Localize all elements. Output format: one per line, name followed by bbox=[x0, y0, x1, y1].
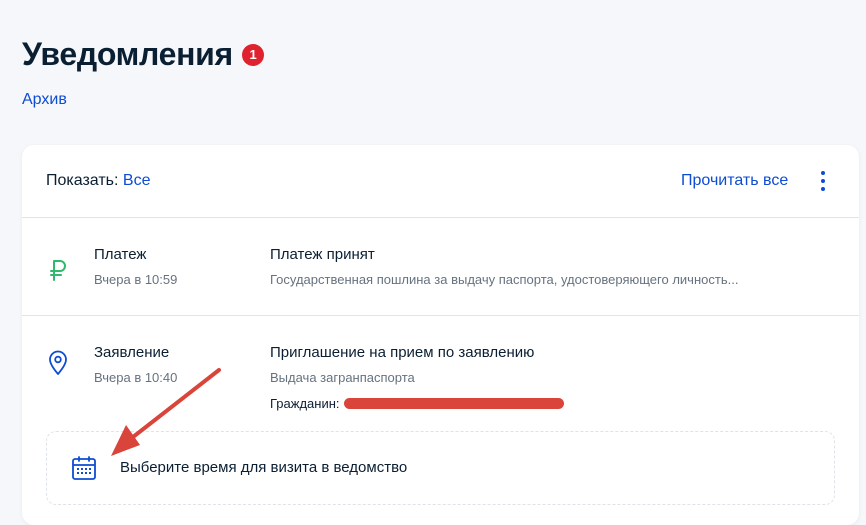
notification-time: Вчера в 10:59 bbox=[94, 272, 178, 287]
page-title-text: Уведомления bbox=[22, 36, 233, 72]
page-title: Уведомления 1 bbox=[22, 36, 264, 73]
notification-description: Государственная пошлина за выдачу паспор… bbox=[270, 272, 739, 287]
notification-description: Выдача загранпаспорта bbox=[270, 370, 415, 385]
notification-category: Платеж bbox=[94, 246, 147, 263]
notification-title: Приглашение на прием по заявлению bbox=[270, 344, 535, 361]
notification-title: Платеж принят bbox=[270, 246, 375, 263]
citizen-field: Гражданин: bbox=[270, 396, 564, 411]
redacted-name bbox=[343, 398, 564, 409]
unread-count-badge: 1 bbox=[241, 43, 264, 66]
notification-category: Заявление bbox=[94, 344, 170, 361]
notification-time: Вчера в 10:40 bbox=[94, 370, 178, 385]
location-pin-icon bbox=[48, 350, 68, 381]
notifications-card: Показать: Все Прочитать все Платеж Вчера… bbox=[22, 145, 859, 525]
choose-visit-time-button[interactable]: Выберите время для визита в ведомство bbox=[46, 431, 835, 505]
filter-control: Показать: Все bbox=[46, 172, 151, 190]
kebab-menu-icon[interactable] bbox=[818, 171, 828, 191]
notification-item[interactable]: Платеж Вчера в 10:59 Платеж принят Госуд… bbox=[22, 218, 859, 316]
ruble-icon bbox=[48, 258, 68, 287]
filter-value-dropdown[interactable]: Все bbox=[123, 172, 151, 189]
calendar-icon bbox=[71, 455, 97, 486]
archive-link[interactable]: Архив bbox=[22, 91, 67, 109]
filter-label: Показать: bbox=[46, 172, 119, 189]
read-all-button[interactable]: Прочитать все bbox=[681, 172, 788, 190]
citizen-label: Гражданин: bbox=[270, 396, 340, 411]
choose-visit-time-label: Выберите время для визита в ведомство bbox=[120, 459, 408, 476]
card-header: Показать: Все Прочитать все bbox=[22, 145, 859, 218]
